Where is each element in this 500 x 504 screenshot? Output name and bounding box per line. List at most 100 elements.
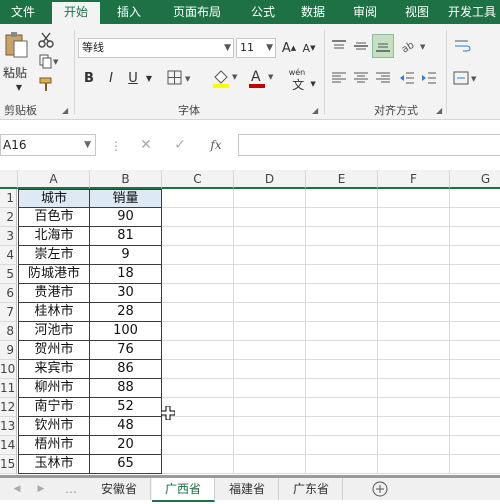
empty-cell[interactable]: [450, 398, 500, 417]
column-header[interactable]: B: [90, 170, 162, 189]
empty-cell[interactable]: [234, 303, 306, 322]
empty-cell[interactable]: [234, 341, 306, 360]
empty-cell[interactable]: [306, 227, 378, 246]
empty-cell[interactable]: [162, 208, 234, 227]
phonetic-guide-icon[interactable]: 文 ▼: [288, 76, 320, 92]
empty-cell[interactable]: [306, 284, 378, 303]
cancel-icon[interactable]: ✕: [136, 136, 156, 154]
empty-cell[interactable]: [306, 417, 378, 436]
sales-cell[interactable]: 76: [90, 341, 162, 360]
city-cell[interactable]: 百色市: [18, 208, 90, 227]
empty-cell[interactable]: [378, 341, 450, 360]
empty-cell[interactable]: [162, 189, 234, 208]
increase-indent-icon[interactable]: [420, 68, 438, 88]
clipboard-launcher-icon[interactable]: ◢: [62, 106, 68, 115]
paste-dropdown-icon[interactable]: ▼: [12, 82, 26, 92]
empty-cell[interactable]: [306, 379, 378, 398]
tab-insert[interactable]: 插入: [106, 0, 152, 24]
city-cell[interactable]: 桂林市: [18, 303, 90, 322]
column-header[interactable]: C: [162, 170, 234, 189]
sales-cell[interactable]: 52: [90, 398, 162, 417]
empty-cell[interactable]: [162, 360, 234, 379]
empty-cell[interactable]: [378, 379, 450, 398]
align-right-icon[interactable]: [374, 68, 392, 88]
empty-cell[interactable]: [378, 284, 450, 303]
empty-cell[interactable]: [306, 189, 378, 208]
sales-cell[interactable]: 65: [90, 455, 162, 474]
empty-cell[interactable]: [234, 455, 306, 474]
sheet-tab[interactable]: 广东省: [280, 478, 343, 500]
sales-cell[interactable]: 90: [90, 208, 162, 227]
empty-cell[interactable]: [234, 379, 306, 398]
row-header[interactable]: 12: [0, 398, 17, 417]
empty-cell[interactable]: [378, 189, 450, 208]
empty-cell[interactable]: [378, 208, 450, 227]
city-cell[interactable]: 玉林市: [18, 455, 90, 474]
empty-cell[interactable]: [378, 322, 450, 341]
empty-cell[interactable]: [450, 208, 500, 227]
row-header[interactable]: 11: [0, 379, 17, 398]
empty-cell[interactable]: [162, 379, 234, 398]
empty-cell[interactable]: [378, 303, 450, 322]
empty-cell[interactable]: [450, 246, 500, 265]
empty-cell[interactable]: [162, 246, 234, 265]
row-header[interactable]: 6: [0, 284, 17, 303]
sales-cell[interactable]: 86: [90, 360, 162, 379]
table-header-cell[interactable]: 城市: [18, 189, 90, 208]
select-all-corner[interactable]: [0, 170, 18, 189]
row-header[interactable]: 14: [0, 436, 17, 455]
wrap-text-icon[interactable]: [452, 36, 474, 56]
city-cell[interactable]: 柳州市: [18, 379, 90, 398]
city-cell[interactable]: 北海市: [18, 227, 90, 246]
city-cell[interactable]: 来宾市: [18, 360, 90, 379]
empty-cell[interactable]: [450, 322, 500, 341]
table-header-cell[interactable]: 销量: [90, 189, 162, 208]
row-header[interactable]: 1: [0, 189, 17, 208]
column-header[interactable]: A: [18, 170, 90, 189]
empty-cell[interactable]: [450, 284, 500, 303]
city-cell[interactable]: 防城港市: [18, 265, 90, 284]
empty-cell[interactable]: [162, 341, 234, 360]
row-header[interactable]: 8: [0, 322, 17, 341]
empty-cell[interactable]: [378, 455, 450, 474]
row-header[interactable]: 5: [0, 265, 17, 284]
empty-cell[interactable]: [306, 208, 378, 227]
sheet-scroll-right-icon[interactable]: ▶: [30, 478, 52, 500]
align-top-icon[interactable]: [330, 36, 348, 56]
column-header[interactable]: E: [306, 170, 378, 189]
sales-cell[interactable]: 48: [90, 417, 162, 436]
sales-cell[interactable]: 88: [90, 379, 162, 398]
underline-button[interactable]: U: [124, 68, 142, 88]
empty-cell[interactable]: [234, 322, 306, 341]
column-header[interactable]: D: [234, 170, 306, 189]
font-launcher-icon[interactable]: ◢: [312, 106, 318, 115]
empty-cell[interactable]: [450, 265, 500, 284]
empty-cell[interactable]: [234, 227, 306, 246]
empty-cell[interactable]: [450, 360, 500, 379]
empty-cell[interactable]: [450, 303, 500, 322]
paste-button[interactable]: 粘贴: [0, 64, 30, 80]
more-sheets-icon[interactable]: …: [58, 478, 84, 500]
empty-cell[interactable]: [234, 284, 306, 303]
row-header[interactable]: 15: [0, 455, 17, 474]
align-center-icon[interactable]: [352, 68, 370, 88]
row-header[interactable]: 4: [0, 246, 17, 265]
increase-font-size-icon[interactable]: A ▲: [280, 38, 298, 58]
empty-cell[interactable]: [378, 227, 450, 246]
tab-file[interactable]: 文件: [0, 0, 46, 24]
align-middle-icon[interactable]: [352, 36, 370, 56]
fill-color-icon[interactable]: ▼: [210, 66, 242, 90]
formula-input[interactable]: [238, 134, 500, 156]
city-cell[interactable]: 钦州市: [18, 417, 90, 436]
font-size-combobox[interactable]: 11 ▼: [236, 38, 276, 58]
bold-button[interactable]: B: [80, 68, 98, 88]
sales-cell[interactable]: 100: [90, 322, 162, 341]
font-color-icon[interactable]: A ▼: [246, 66, 278, 90]
borders-icon[interactable]: ▼: [166, 68, 196, 88]
enter-icon[interactable]: ✓: [170, 136, 190, 154]
alignment-launcher-icon[interactable]: ◢: [436, 106, 442, 115]
empty-cell[interactable]: [234, 208, 306, 227]
empty-cell[interactable]: [450, 436, 500, 455]
empty-cell[interactable]: [306, 303, 378, 322]
empty-cell[interactable]: [450, 227, 500, 246]
